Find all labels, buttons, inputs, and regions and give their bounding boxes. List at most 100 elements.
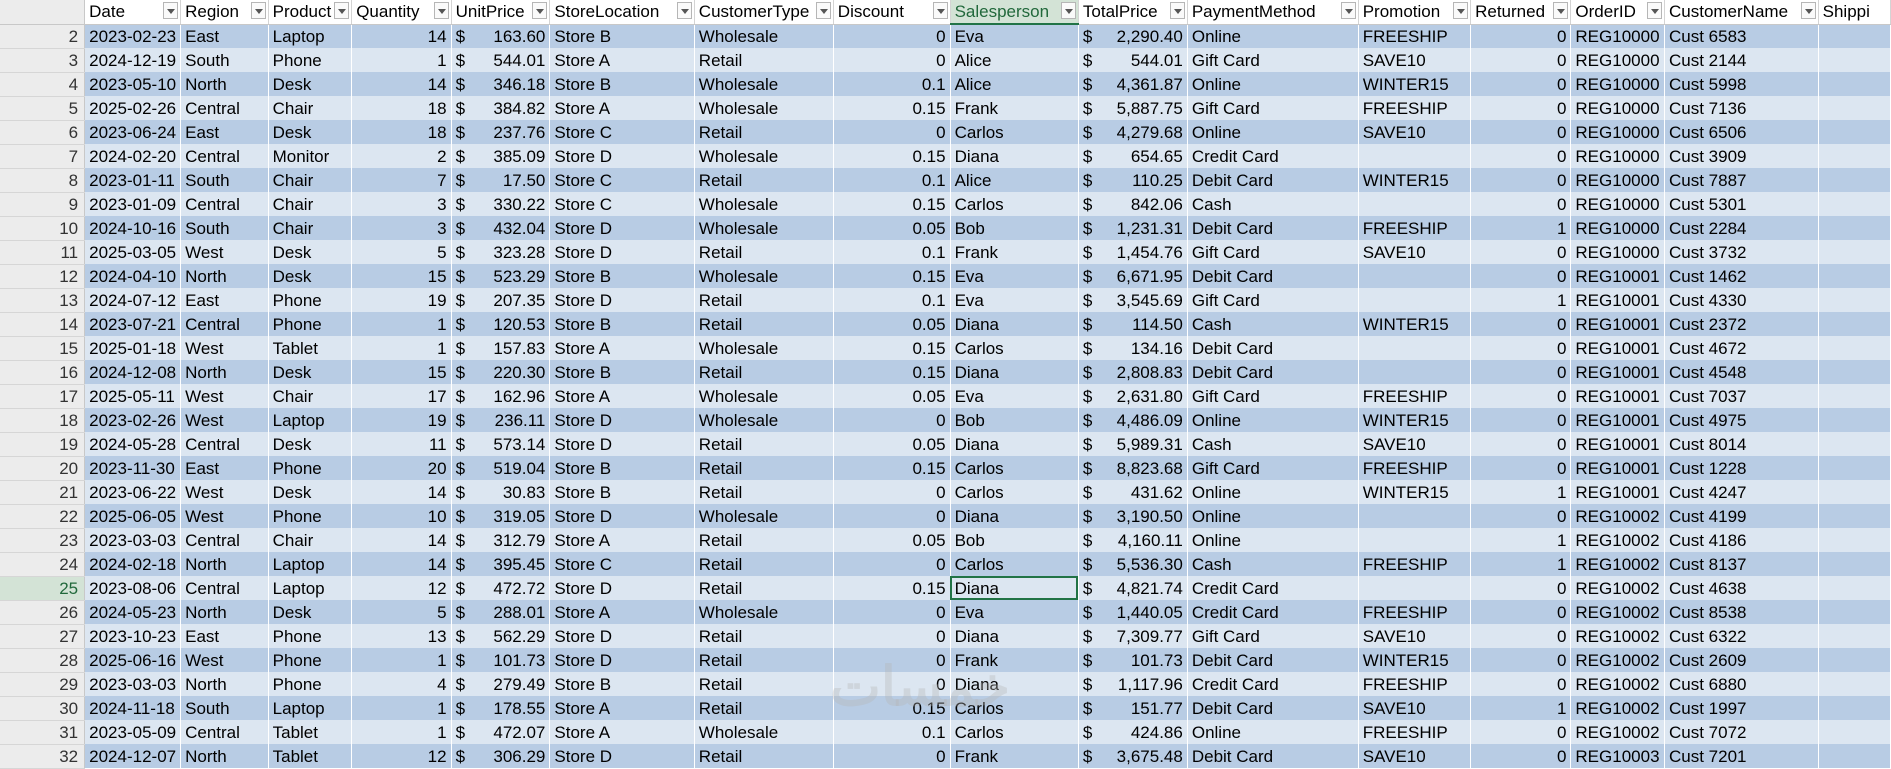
cell-quantity[interactable]: 14 [351,72,452,96]
cell-paymentmethod[interactable]: Gift Card [1187,48,1359,72]
cell-returned[interactable]: 0 [1470,24,1572,48]
cell-totalprice[interactable]: $3,675.48 [1078,744,1188,768]
cell-customertype[interactable]: Retail [694,576,834,600]
cell-quantity[interactable]: 5 [351,240,452,264]
cell-customername[interactable]: Cust 7136 [1664,96,1819,120]
cell-paymentmethod[interactable]: Debit Card [1187,264,1359,288]
cell-customername[interactable]: Cust 2144 [1664,48,1819,72]
cell-quantity[interactable]: 13 [351,624,452,648]
cell-customername[interactable]: Cust 4548 [1664,360,1819,384]
cell-customertype[interactable]: Retail [694,240,834,264]
cell-salesperson[interactable]: Frank [950,96,1079,120]
cell-unitprice[interactable]: $163.60 [451,24,551,48]
cell-customertype[interactable]: Wholesale [694,96,834,120]
cell-orderid[interactable]: REG10001 [1570,360,1665,384]
cell-totalprice[interactable]: $101.73 [1078,648,1188,672]
cell-date[interactable]: 2023-01-09 [84,192,182,216]
cell-returned[interactable]: 0 [1470,672,1572,696]
cell-orderid[interactable]: REG10000 [1570,168,1665,192]
cell-totalprice[interactable]: $1,231.31 [1078,216,1188,240]
cell-shippi[interactable] [1818,552,1891,576]
cell-promotion[interactable] [1358,144,1472,168]
filter-dropdown-icon[interactable] [1646,2,1662,19]
cell-customertype[interactable]: Retail [694,456,834,480]
cell-unitprice[interactable]: $120.53 [451,312,551,336]
cell-region[interactable]: West [180,648,269,672]
cell-quantity[interactable]: 2 [351,144,452,168]
cell-totalprice[interactable]: $110.25 [1078,168,1188,192]
cell-shippi[interactable] [1818,288,1891,312]
column-header-paymentmethod[interactable]: PaymentMethod [1187,0,1359,25]
cell-customername[interactable]: Cust 8014 [1664,432,1819,456]
cell-paymentmethod[interactable]: Online [1187,480,1359,504]
row-number-header[interactable]: 5 [0,96,86,121]
cell-discount[interactable]: 0.05 [833,384,951,408]
cell-orderid[interactable]: REG10000 [1570,216,1665,240]
column-header-storelocation[interactable]: StoreLocation [549,0,695,25]
cell-returned[interactable]: 0 [1470,456,1572,480]
cell-unitprice[interactable]: $432.04 [451,216,551,240]
cell-storelocation[interactable]: Store D [549,408,695,432]
cell-date[interactable]: 2024-12-19 [84,48,182,72]
cell-customertype[interactable]: Wholesale [694,336,834,360]
cell-unitprice[interactable]: $346.18 [451,72,551,96]
cell-date[interactable]: 2023-06-24 [84,120,182,144]
cell-discount[interactable]: 0.15 [833,360,951,384]
cell-promotion[interactable]: FREESHIP [1358,672,1472,696]
cell-discount[interactable]: 0 [833,600,951,624]
cell-discount[interactable]: 0.1 [833,168,951,192]
cell-promotion[interactable]: FREESHIP [1358,600,1472,624]
cell-unitprice[interactable]: $544.01 [451,48,551,72]
cell-customername[interactable]: Cust 7037 [1664,384,1819,408]
cell-unitprice[interactable]: $562.29 [451,624,551,648]
cell-paymentmethod[interactable]: Cash [1187,432,1359,456]
cell-orderid[interactable]: REG10002 [1570,696,1665,720]
cell-salesperson[interactable]: Diana [950,672,1079,696]
cell-unitprice[interactable]: $330.22 [451,192,551,216]
row-number-header[interactable]: 23 [0,528,86,553]
cell-product[interactable]: Phone [268,288,353,312]
row-number-header[interactable]: 12 [0,264,86,289]
cell-customertype[interactable]: Retail [694,288,834,312]
cell-paymentmethod[interactable]: Online [1187,504,1359,528]
cell-customername[interactable]: Cust 4330 [1664,288,1819,312]
cell-returned[interactable]: 0 [1470,624,1572,648]
cell-paymentmethod[interactable]: Debit Card [1187,648,1359,672]
cell-promotion[interactable]: SAVE10 [1358,696,1472,720]
column-header-customertype[interactable]: CustomerType [694,0,834,25]
cell-customername[interactable]: Cust 6322 [1664,624,1819,648]
cell-product[interactable]: Monitor [268,144,353,168]
cell-date[interactable]: 2025-01-18 [84,336,182,360]
cell-promotion[interactable]: WINTER15 [1358,168,1472,192]
cell-salesperson[interactable]: Diana [950,312,1079,336]
cell-date[interactable]: 2025-06-05 [84,504,182,528]
cell-salesperson[interactable]: Alice [950,72,1079,96]
cell-date[interactable]: 2025-03-05 [84,240,182,264]
cell-orderid[interactable]: REG10003 [1570,744,1665,768]
cell-product[interactable]: Chair [268,216,353,240]
cell-date[interactable]: 2023-02-23 [84,24,182,48]
row-number-header[interactable]: 13 [0,288,86,313]
cell-region[interactable]: East [180,288,269,312]
cell-promotion[interactable]: FREESHIP [1358,456,1472,480]
cell-salesperson[interactable]: Carlos [950,192,1079,216]
cell-discount[interactable]: 0 [833,624,951,648]
cell-orderid[interactable]: REG10002 [1570,600,1665,624]
cell-region[interactable]: South [180,696,269,720]
cell-totalprice[interactable]: $431.62 [1078,480,1188,504]
cell-unitprice[interactable]: $385.09 [451,144,551,168]
cell-date[interactable]: 2023-11-30 [84,456,182,480]
cell-returned[interactable]: 0 [1470,408,1572,432]
cell-discount[interactable]: 0 [833,408,951,432]
cell-paymentmethod[interactable]: Cash [1187,192,1359,216]
cell-promotion[interactable]: FREESHIP [1358,24,1472,48]
cell-quantity[interactable]: 5 [351,600,452,624]
cell-quantity[interactable]: 3 [351,216,452,240]
cell-region[interactable]: South [180,216,269,240]
cell-product[interactable]: Laptop [268,408,353,432]
cell-customername[interactable]: Cust 2372 [1664,312,1819,336]
cell-paymentmethod[interactable]: Debit Card [1187,168,1359,192]
cell-promotion[interactable]: FREESHIP [1358,216,1472,240]
cell-shippi[interactable] [1818,408,1891,432]
cell-shippi[interactable] [1818,504,1891,528]
